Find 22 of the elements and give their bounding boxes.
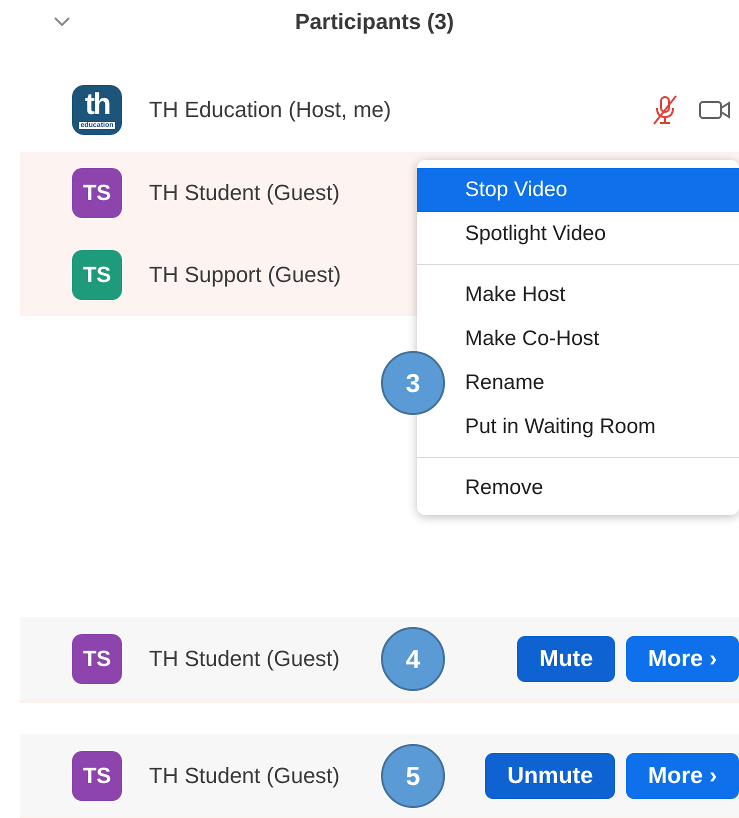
action-button[interactable]: More ›: [626, 636, 739, 682]
participant-name: TH Support (Guest): [149, 262, 341, 288]
participant-name: TH Student (Guest): [149, 646, 340, 672]
avatar: TS: [72, 750, 122, 800]
avatar: TS: [72, 250, 122, 300]
menu-item[interactable]: Put in Waiting Room: [449, 405, 739, 449]
step-callout: 3: [381, 351, 445, 415]
participant-name: TH Student (Guest): [149, 762, 340, 788]
chevron-icon[interactable]: [52, 16, 72, 28]
menu-item[interactable]: Make Host: [449, 273, 739, 317]
action-button[interactable]: Mute: [517, 636, 615, 682]
action-button[interactable]: Unmute: [485, 752, 615, 798]
menu-item[interactable]: Stop Video: [417, 168, 739, 212]
panel-title: Participants (3): [295, 9, 454, 35]
menu-item[interactable]: Remove: [449, 466, 739, 510]
menu-item[interactable]: Make Co-Host: [449, 317, 739, 361]
avatar: TS: [72, 634, 122, 684]
participant-name: TH Education (Host, me): [149, 97, 392, 123]
participant-name: TH Student (Guest): [149, 180, 340, 206]
menu-item[interactable]: Rename: [449, 361, 739, 405]
avatar: TS: [72, 168, 122, 218]
action-button[interactable]: More ›: [626, 752, 739, 798]
